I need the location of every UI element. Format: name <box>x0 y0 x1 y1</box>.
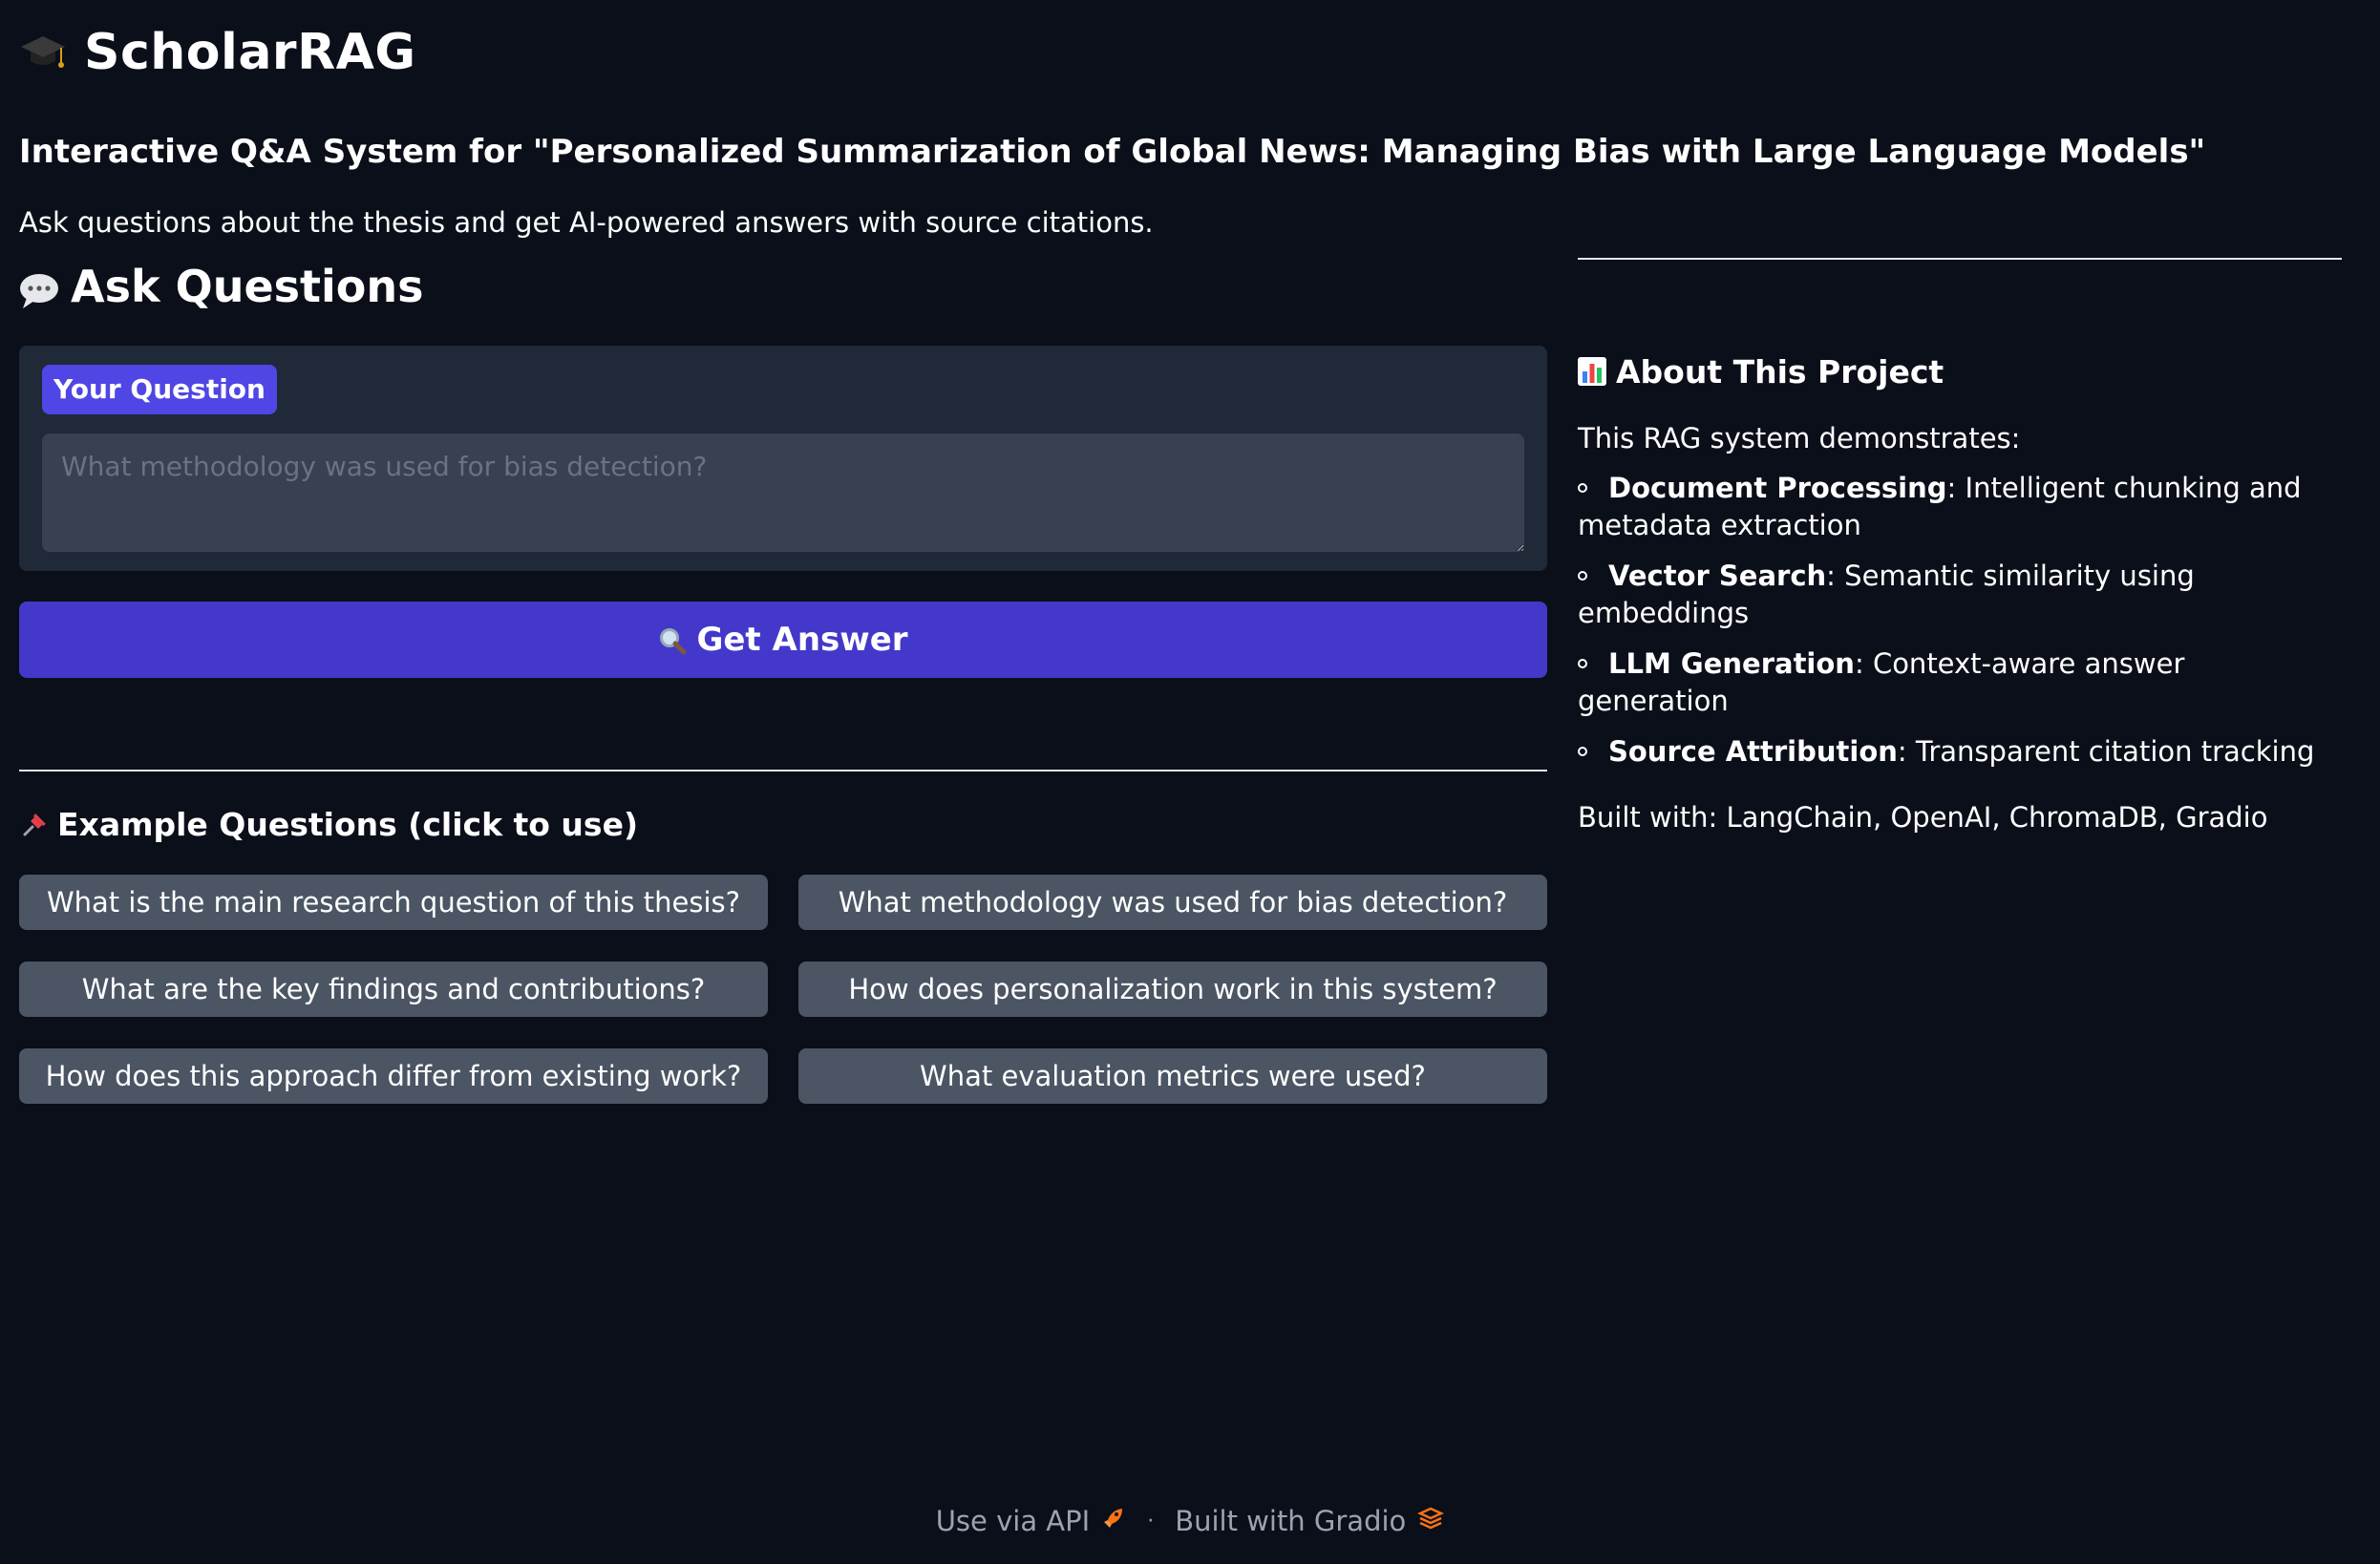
bullet-icon <box>1578 659 1587 668</box>
example-question-button[interactable]: What evaluation metrics were used? <box>798 1048 1547 1104</box>
example-question-button[interactable]: How does personalization work in this sy… <box>798 962 1547 1017</box>
page-description: Ask questions about the thesis and get A… <box>19 206 1154 239</box>
graduation-cap-icon <box>19 29 67 76</box>
list-item: LLM Generation: Context-aware answer gen… <box>1578 645 2342 720</box>
list-item: Document Processing: Intelligent chunkin… <box>1578 470 2342 544</box>
ask-section-title-text: Ask Questions <box>71 261 424 312</box>
built-with-text: Built with: LangChain, OpenAI, ChromaDB,… <box>1578 801 2268 834</box>
about-intro: This RAG system demonstrates: <box>1578 422 2021 454</box>
about-title-text: About This Project <box>1616 352 1944 391</box>
feature-name: Source Attribution <box>1608 735 1898 768</box>
footer: Use via API · Built with Gradio <box>0 1505 2380 1537</box>
example-question-button[interactable]: What is the main research question of th… <box>19 875 768 930</box>
example-question-button[interactable]: What methodology was used for bias detec… <box>798 875 1547 930</box>
use-via-api-link[interactable]: Use via API <box>936 1505 1126 1537</box>
header: ScholarRAG Interactive Q&A System for "P… <box>19 21 2349 241</box>
app-title-text: ScholarRAG <box>84 24 416 81</box>
question-input[interactable] <box>42 433 1524 552</box>
feature-name: LLM Generation <box>1608 647 1855 680</box>
built-with-gradio-link[interactable]: Built with Gradio <box>1175 1505 1445 1537</box>
magnifier-icon <box>658 625 687 655</box>
about-column: About This Project This RAG system demon… <box>1578 258 2342 835</box>
pushpin-icon <box>19 808 52 840</box>
bar-chart-icon <box>1578 357 1606 386</box>
app-title: ScholarRAG <box>19 21 2349 84</box>
examples-title: Example Questions (click to use) <box>19 804 1547 844</box>
list-item: Vector Search: Semantic similarity using… <box>1578 558 2342 632</box>
feature-description: : Transparent citation tracking <box>1897 735 2315 768</box>
ask-section-title: Ask Questions <box>19 258 1547 315</box>
list-item: Source Attribution: Transparent citation… <box>1578 733 2342 771</box>
get-answer-label: Get Answer <box>696 621 908 659</box>
question-label: Your Question <box>42 365 277 414</box>
example-question-button[interactable]: How does this approach differ from exist… <box>19 1048 768 1104</box>
footer-separator: · <box>1147 1509 1155 1533</box>
feature-name: Document Processing <box>1608 472 1947 504</box>
built-with-gradio-label: Built with Gradio <box>1175 1505 1407 1537</box>
examples-title-text: Example Questions (click to use) <box>57 805 639 843</box>
divider <box>19 770 1547 771</box>
rocket-icon <box>1101 1505 1126 1537</box>
feature-name: Vector Search <box>1608 560 1827 592</box>
bullet-icon <box>1578 747 1587 756</box>
feature-list: Document Processing: Intelligent chunkin… <box>1578 470 2342 771</box>
question-panel: Your Question <box>19 346 1547 571</box>
get-answer-button[interactable]: Get Answer <box>19 602 1547 678</box>
app-page: ScholarRAG Interactive Q&A System for "P… <box>0 0 2380 1564</box>
examples-grid: What is the main research question of th… <box>19 875 1547 1104</box>
ask-column: Ask Questions Your Question Get Answer <box>19 258 1547 1104</box>
page-subtitle: Interactive Q&A System for "Personalized… <box>19 133 2206 171</box>
about-title: About This Project <box>1578 351 2342 391</box>
use-via-api-label: Use via API <box>935 1505 1091 1537</box>
bullet-icon <box>1578 571 1587 581</box>
example-question-button[interactable]: What are the key findings and contributi… <box>19 962 768 1017</box>
divider <box>1578 258 2342 260</box>
bullet-icon <box>1578 483 1587 493</box>
speech-bubble-icon <box>19 268 59 308</box>
gradio-logo-icon <box>1417 1505 1445 1537</box>
